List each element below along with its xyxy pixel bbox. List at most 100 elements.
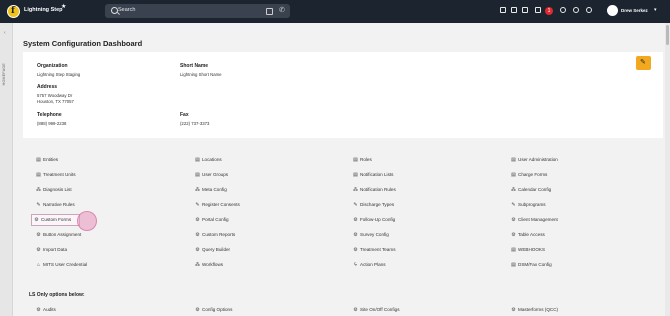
list-icon: ▤ <box>353 172 358 178</box>
link-label: Import Data <box>43 247 67 252</box>
link-register-consents[interactable]: ✎ Register Consents <box>195 201 239 209</box>
link-custom-reports[interactable]: ⚙ Custom Reports <box>195 231 235 239</box>
link-mits-user-credential[interactable]: ⌂ MITS User Credential <box>36 261 87 269</box>
help-icon[interactable] <box>573 7 579 13</box>
address-label: Address <box>37 84 58 90</box>
link-label: Treatment Teams <box>360 247 396 252</box>
link-follow-up-config[interactable]: ⚙ Follow-Up Config <box>353 216 395 224</box>
link-roles[interactable]: ▤ Roles <box>353 156 372 164</box>
link-webhooks[interactable]: ▤ WEBHOOKS <box>511 246 545 254</box>
app-logo-icon[interactable]: f <box>7 5 20 18</box>
list-icon: ▤ <box>353 157 358 163</box>
bolt-icon: ϟ <box>354 262 357 268</box>
link-subprograms[interactable]: ✎ Subprograms <box>511 201 545 209</box>
link-narrative-rules[interactable]: ✎ Narrative Rules <box>36 201 75 209</box>
link-button-assignment[interactable]: ⚙ Button Assignment <box>36 231 81 239</box>
bell-icon[interactable] <box>560 7 566 13</box>
link-label: Client Management <box>518 217 558 222</box>
search-bar[interactable]: Search ✆ <box>105 4 290 18</box>
link-custom-forms[interactable]: ⚙ Custom Forms <box>30 214 81 226</box>
link-notification-rules[interactable]: ⁂ Notification Rules <box>353 186 396 194</box>
notification-badge[interactable]: 1 <box>545 7 553 15</box>
link-label: Portal Config <box>202 217 229 222</box>
link-survey-config[interactable]: ⚙ Survey Config <box>353 231 389 239</box>
click-cursor-indicator <box>77 211 97 231</box>
link-label: Diagnosis List <box>43 187 72 192</box>
link-import-data[interactable]: ⚙ Import Data <box>36 246 67 254</box>
link-label: Workflows <box>202 262 224 267</box>
link-action-plans[interactable]: ϟ Action Plans <box>353 261 386 269</box>
link-label: Treatment Units <box>43 172 76 177</box>
user-name[interactable]: Drew Serkez <box>621 8 648 13</box>
transfer-icon[interactable] <box>500 7 506 13</box>
link-icon[interactable] <box>586 7 592 13</box>
link-label: Narrative Rules <box>43 202 75 207</box>
edit-icon: ✎ <box>353 202 358 208</box>
gear-icon: ⚙ <box>36 232 41 238</box>
link-audits[interactable]: ⚙ Audits <box>36 306 56 314</box>
link-treatment-teams[interactable]: ⚙ Treatment Teams <box>353 246 396 254</box>
link-label: WEBHOOKS <box>518 247 546 252</box>
link-label: Config Options <box>202 307 233 312</box>
scrollbar-thumb[interactable] <box>666 25 669 45</box>
link-calendar-config[interactable]: ⁂ Calendar Config <box>511 186 551 194</box>
address-line1: 5757 Woodway Dr <box>37 93 73 98</box>
link-entities[interactable]: ▤ Entities <box>36 156 58 164</box>
scrollbar[interactable] <box>665 23 670 316</box>
link-dsm-fax-config[interactable]: ▤ DSM/Fax Config <box>511 261 552 269</box>
link-query-builder[interactable]: ⚙ Query Builder <box>195 246 230 254</box>
link-user-groups[interactable]: ▤ User Groups <box>195 171 228 179</box>
sidebar-homepage-label[interactable]: HOMEPAGE <box>2 63 6 85</box>
link-user-administration[interactable]: ▤ User Administration <box>511 156 558 164</box>
link-label: Calendar Config <box>518 187 552 192</box>
app-name[interactable]: Lightning Step <box>24 7 63 13</box>
link-discharge-types[interactable]: ✎ Discharge Types <box>353 201 394 209</box>
link-workflows[interactable]: ⁂ Workflows <box>195 261 223 269</box>
link-meta-config[interactable]: ⁂ Meta Config <box>195 186 227 194</box>
link-masterforms-qcc[interactable]: ⚙ Masterforms (QCC) <box>511 306 558 314</box>
edit-button[interactable]: ✎ <box>636 56 651 70</box>
link-treatment-units[interactable]: ▤ Treatment Units <box>36 171 76 179</box>
link-table-access[interactable]: ⚙ Table Access <box>511 231 545 239</box>
calendar-top-icon[interactable] <box>511 7 517 13</box>
link-label: Survey Config <box>360 232 389 237</box>
link-config-options[interactable]: ⚙ Config Options <box>195 306 232 314</box>
link-charge-forms[interactable]: ▤ Charge Forms <box>511 171 547 179</box>
telephone-label: Telephone <box>37 112 62 118</box>
calendar-icon[interactable] <box>266 8 273 15</box>
gear-icon: ⚙ <box>195 232 200 238</box>
fax-value: (222) 737-3373 <box>180 121 210 126</box>
link-label: Locations <box>202 157 222 162</box>
chat-icon[interactable] <box>535 7 541 13</box>
gear-icon: ⚙ <box>511 307 516 313</box>
link-label: Notification Lists <box>360 172 394 177</box>
link-label: Query Builder <box>202 247 231 252</box>
chevron-down-icon[interactable]: ▾ <box>654 7 657 13</box>
link-locations[interactable]: ▤ Locations <box>195 156 222 164</box>
link-client-management[interactable]: ⚙ Client Management <box>511 216 558 224</box>
link-label: Table Access <box>518 232 545 237</box>
link-label: Follow-Up Config <box>360 217 396 222</box>
link-label: Entities <box>43 157 59 162</box>
gear-icon: ⚙ <box>195 307 200 313</box>
link-notification-lists[interactable]: ▤ Notification Lists <box>353 171 393 179</box>
phone-icon[interactable]: ✆ <box>279 6 285 14</box>
link-site-on-off-configs[interactable]: ⚙ Site On/Off Configs <box>353 306 400 314</box>
link-label: Site On/Off Configs <box>360 307 400 312</box>
grid-icon[interactable] <box>522 7 528 13</box>
link-label: Meta Config <box>202 187 227 192</box>
organization-value: Lightning Step Staging <box>37 72 81 77</box>
avatar[interactable] <box>607 5 618 16</box>
link-label: Masterforms (QCC) <box>518 307 559 312</box>
sitemap-icon: ⁂ <box>195 187 200 193</box>
gear-icon: ⚙ <box>195 247 200 253</box>
gear-icon: ⚙ <box>353 217 358 223</box>
link-portal-config[interactable]: ⚙ Portal Config <box>195 216 229 224</box>
expand-sidebar-icon[interactable]: ‹ <box>4 30 6 36</box>
search-input[interactable]: Search <box>118 7 135 13</box>
link-diagnosis-list[interactable]: ⁂ Diagnosis List <box>36 186 72 194</box>
link-label: Action Plans <box>360 262 386 267</box>
bank-icon: ⌂ <box>36 262 41 268</box>
gear-icon: ⚙ <box>353 232 358 238</box>
favorite-star-icon[interactable]: ★ <box>61 3 66 10</box>
